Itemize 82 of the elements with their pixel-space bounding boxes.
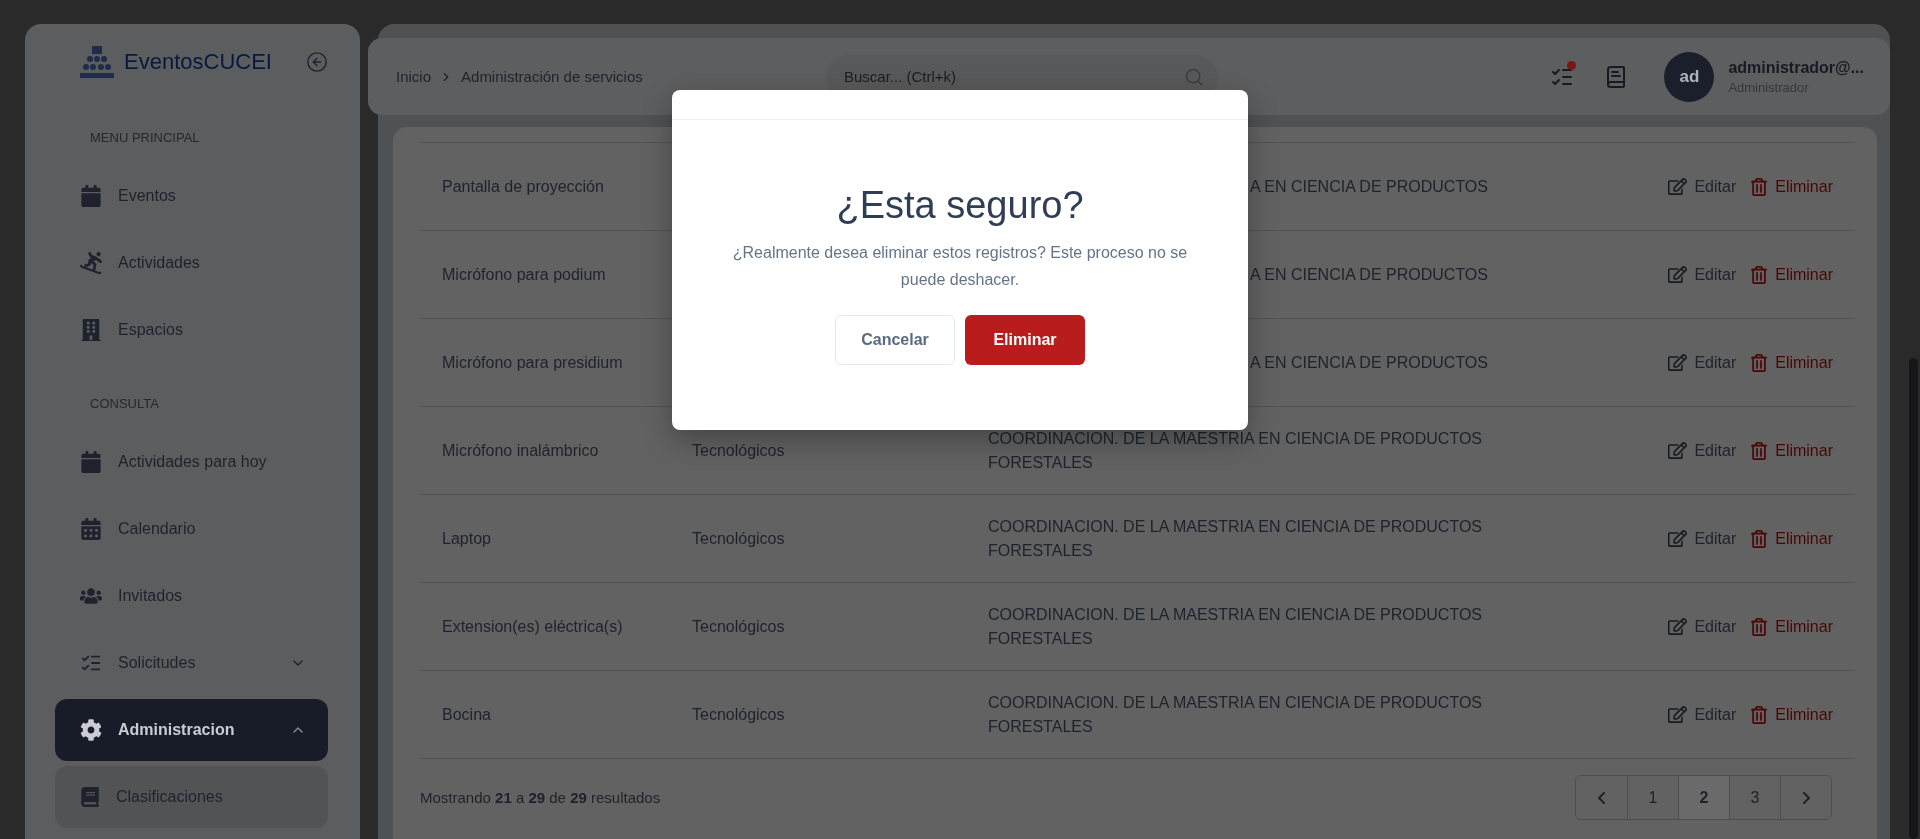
trash-icon xyxy=(1750,265,1769,284)
table-cell-text: Micrófono para podium xyxy=(441,264,607,285)
building-icon xyxy=(80,319,102,341)
sidebar-item[interactable]: Solicitudes xyxy=(55,632,328,694)
settings-icon xyxy=(80,719,102,741)
section-title: MENU PRINCIPAL xyxy=(89,129,201,147)
table-cell: Tecnológicos xyxy=(692,441,785,459)
table-cell: A EN CIENCIA DE PRODUCTOS xyxy=(1250,265,1488,283)
edit-icon xyxy=(1668,705,1688,724)
delete-link[interactable]: Eliminar xyxy=(1750,353,1833,372)
sidebar-item[interactable]: Actividades xyxy=(55,232,328,294)
dialog-title: ¿Esta seguro? xyxy=(836,184,1084,227)
trash-icon xyxy=(1750,705,1769,724)
table-cell: COORDINACION. DE LA MAESTRIA EN CIENCIA DE PRODUCTOS FORESTALES xyxy=(988,694,1482,735)
cancel-button[interactable]: Cancelar xyxy=(835,315,955,366)
notification-dot xyxy=(1567,60,1577,70)
delete-link[interactable]: Eliminar xyxy=(1750,441,1833,460)
dialog-message: ¿Realmente desea eliminar estos registros? Este proceso no se puede deshacer. xyxy=(731,243,1189,291)
table-cell: COORDINACION. DE LA MAESTRIA EN CIENCIA DE PRODUCTOS FORESTALES xyxy=(988,606,1482,647)
trash-icon xyxy=(1750,441,1769,460)
edit-link[interactable]: Editar xyxy=(1668,177,1737,196)
sidebar-item[interactable]: Eventos xyxy=(55,165,328,227)
edit-icon xyxy=(1668,529,1688,548)
edit-icon xyxy=(1668,617,1688,636)
edit-link[interactable]: Editar xyxy=(1668,353,1737,372)
table-cell: Tecnológicos xyxy=(692,705,785,723)
delete-link[interactable]: Eliminar xyxy=(1750,705,1833,724)
edit-link[interactable]: Editar xyxy=(1668,265,1737,284)
edit-icon xyxy=(1668,177,1688,196)
chevron-left-icon xyxy=(1598,791,1605,804)
breadcrumb-link[interactable]: Administración de servicios xyxy=(461,68,643,85)
delete-link[interactable]: Eliminar xyxy=(1750,265,1833,284)
calendar-grid-icon xyxy=(80,518,102,540)
delete-link[interactable]: Eliminar xyxy=(1750,529,1833,548)
sidebar-item[interactable]: Calendario xyxy=(55,498,328,560)
chevron-right-icon xyxy=(1802,791,1810,804)
next-page-button[interactable] xyxy=(1780,776,1831,819)
table-cell: COORDINACION. DE LA MAESTRIA EN CIENCIA DE PRODUCTOS FORESTALES xyxy=(988,430,1482,471)
search-icon xyxy=(1184,66,1204,87)
sidebar-item[interactable]: Actividades para hoy xyxy=(55,431,328,493)
edit-link[interactable]: Editar xyxy=(1668,529,1737,548)
logo-icon xyxy=(80,46,114,78)
trash-icon xyxy=(1750,617,1769,636)
table-cell-text: Pantalla de proyección xyxy=(441,176,605,197)
table-cell: A EN CIENCIA DE PRODUCTOS xyxy=(1250,353,1488,371)
people-icon xyxy=(80,585,102,607)
table-cell-text: Bocina xyxy=(441,704,492,725)
table-cell: A EN CIENCIA DE PRODUCTOS xyxy=(1250,177,1488,195)
collapse-icon[interactable] xyxy=(306,51,328,73)
sidebar-item[interactable]: Administracion xyxy=(55,699,328,761)
table-cell-text: Micrófono para presidium xyxy=(441,352,624,373)
calendar-icon xyxy=(80,451,102,473)
table-cell: Tecnológicos xyxy=(692,529,785,547)
snowboarder-icon xyxy=(80,252,102,274)
edit-icon xyxy=(1668,441,1688,460)
section-title: CONSULTA xyxy=(89,395,160,413)
calendar-icon xyxy=(80,185,102,207)
edit-link[interactable]: Editar xyxy=(1668,705,1737,724)
delete-button[interactable]: Eliminar xyxy=(965,315,1085,366)
trash-icon xyxy=(1750,177,1769,196)
results-summary: Mostrando 21 a 29 de 29 resultados xyxy=(420,789,661,806)
book-icon xyxy=(80,787,100,807)
edit-icon xyxy=(1668,265,1688,284)
trash-icon xyxy=(1750,529,1769,548)
table-cell-text: Extension(es) eléctrica(s) xyxy=(441,616,624,637)
edit-link[interactable]: Editar xyxy=(1668,617,1737,636)
sidebar-item[interactable]: Espacios xyxy=(55,299,328,361)
user-name: administrador@... xyxy=(1728,58,1864,77)
delete-link[interactable]: Eliminar xyxy=(1750,177,1833,196)
edit-icon xyxy=(1668,353,1688,372)
table-cell-text: Micrófono inalámbrico xyxy=(441,440,600,461)
delete-link[interactable]: Eliminar xyxy=(1750,617,1833,636)
table-cell: COORDINACION. DE LA MAESTRIA EN CIENCIA DE PRODUCTOS FORESTALES xyxy=(988,518,1482,559)
brand-name: EventosCUCEI xyxy=(124,49,273,75)
table-cell: Tecnológicos xyxy=(692,617,785,635)
sidebar-item[interactable]: Invitados xyxy=(55,565,328,627)
table-cell-text: Laptop xyxy=(441,528,492,549)
avatar[interactable]: ad xyxy=(1664,51,1715,102)
trash-icon xyxy=(1750,353,1769,372)
edit-link[interactable]: Editar xyxy=(1668,441,1737,460)
page-button[interactable]: 2 xyxy=(1678,776,1729,819)
breadcrumb-link[interactable]: Inicio xyxy=(396,68,432,85)
